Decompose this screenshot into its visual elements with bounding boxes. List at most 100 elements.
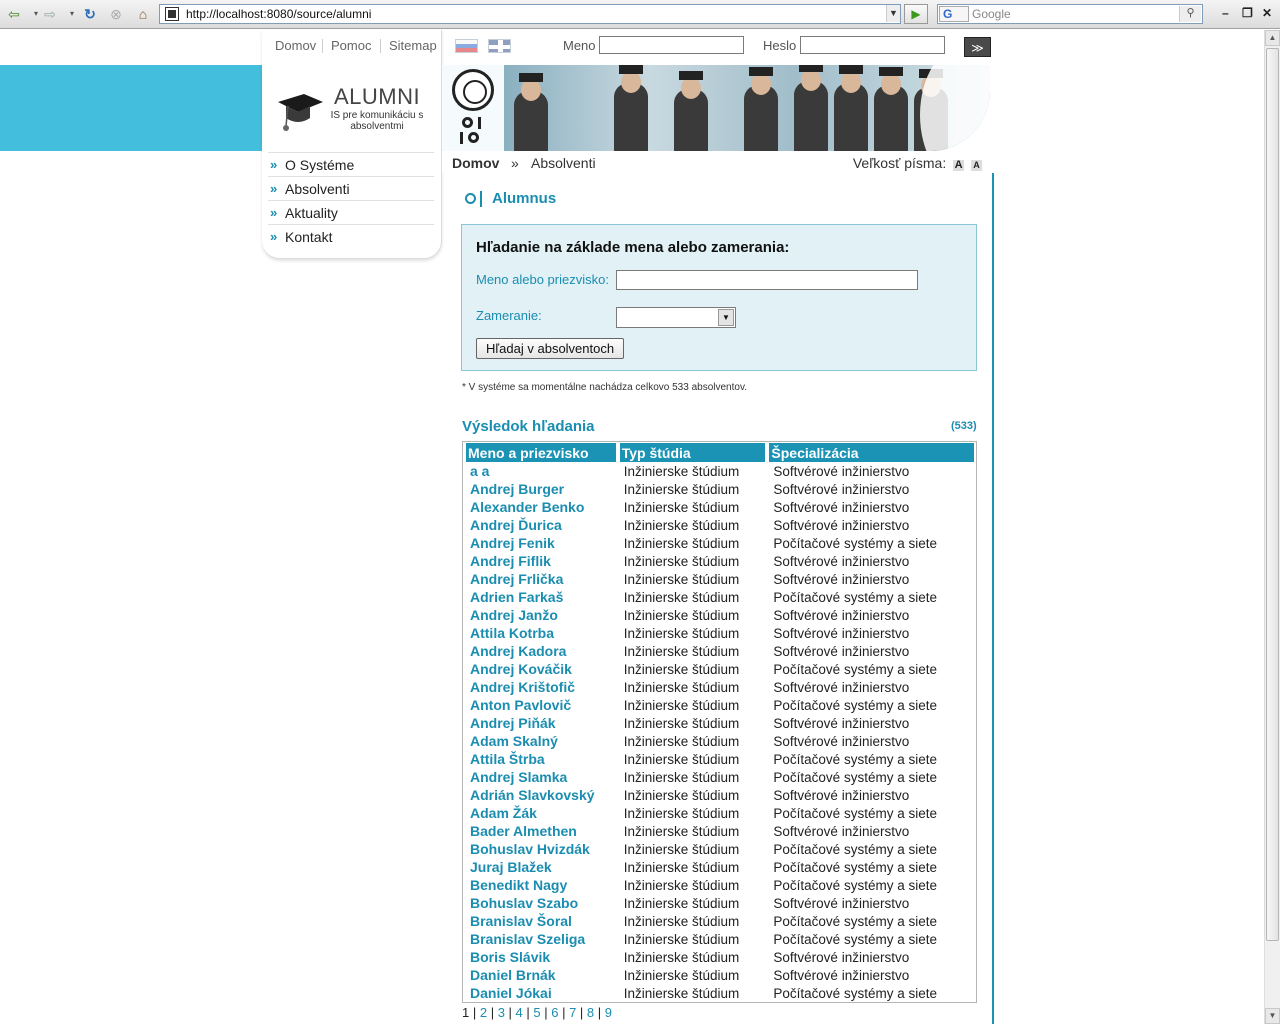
restore-icon[interactable]: ❐ — [1242, 6, 1253, 20]
alumnus-name-link[interactable]: Adam Žák — [466, 804, 618, 822]
search-form: Hľadanie na základe mena alebo zamerania… — [461, 224, 977, 371]
alumnus-name-link[interactable]: Andrej Fiflik — [466, 552, 618, 570]
alumnus-name-link[interactable]: Andrej Fenik — [466, 534, 618, 552]
alumnus-name-link[interactable]: Andrej Kadora — [466, 642, 618, 660]
pagination-page-link[interactable]: 9 — [605, 1005, 612, 1020]
slovak-flag-icon[interactable] — [455, 39, 478, 53]
forward-icon[interactable]: ⇨ — [40, 5, 60, 23]
pagination-page-link[interactable]: 3 — [498, 1005, 505, 1020]
column-header-specialization[interactable]: Špecializácia — [769, 443, 974, 462]
name-search-input[interactable] — [616, 270, 918, 290]
table-row: Branislav Šoral Inžinierske štúdium Počíta… — [466, 912, 974, 930]
alumnus-name-link[interactable]: Attila Kotrba — [466, 624, 618, 642]
reload-icon[interactable]: ↻ — [80, 5, 100, 23]
topnav-home[interactable]: Domov — [275, 38, 316, 53]
alumnus-name-link[interactable]: Attila Štrba — [466, 750, 618, 768]
alumnus-name-link[interactable]: Branislav Šoral — [466, 912, 618, 930]
alumnus-name-link[interactable]: Boris Slávik — [466, 948, 618, 966]
focus-select[interactable]: ▼ — [616, 307, 736, 328]
back-icon[interactable]: ⇦ — [4, 5, 24, 23]
study-type-cell: Inžinierske štúdium — [623, 571, 740, 587]
column-header-study-type[interactable]: Typ štúdia — [619, 443, 768, 462]
scroll-down-icon[interactable]: ▼ — [1265, 1008, 1280, 1024]
study-type-cell: Inžinierske štúdium — [623, 661, 740, 677]
login-submit-button[interactable]: ≫ — [964, 37, 991, 57]
pagination-page-link[interactable]: 2 — [480, 1005, 487, 1020]
specialization-cell: Softvérové inžinierstvo — [773, 679, 910, 695]
english-flag-icon[interactable] — [488, 39, 511, 53]
results-table: Meno a priezvisko Typ štúdia Špecializác… — [462, 441, 977, 1003]
search-icon[interactable]: ⚲ — [1179, 6, 1201, 22]
alumnus-name-link[interactable]: Bohuslav Szabo — [466, 894, 618, 912]
section-divider — [480, 191, 482, 207]
study-type-cell: Inžinierske štúdium — [623, 823, 740, 839]
menu-item-contact[interactable]: » Kontakt — [268, 224, 434, 248]
logo-title[interactable]: ALUMNI — [334, 84, 420, 110]
table-row: Attila Kotrba Inžinierske štúdium Softvéro… — [466, 624, 974, 642]
search-engine-icon[interactable]: G — [939, 6, 969, 22]
alumnus-name-link[interactable]: Daniel Brnák — [466, 966, 618, 984]
alumnus-name-link[interactable]: Andrej Burger — [466, 480, 618, 498]
go-button[interactable]: ▶ — [904, 4, 928, 24]
login-name-input[interactable] — [599, 36, 744, 54]
specialization-cell: Softvérové inžinierstvo — [773, 733, 910, 749]
alumnus-name-link[interactable]: Andrej Krištofič — [466, 678, 618, 696]
alumnus-name-link[interactable]: Benedikt Nagy — [466, 876, 618, 894]
menu-item-about[interactable]: » O Systéme — [268, 152, 434, 176]
specialization-cell: Softvérové inžinierstvo — [773, 607, 910, 623]
alumnus-name-link[interactable]: Bader Almethen — [466, 822, 618, 840]
address-bar[interactable]: http://localhost:8080/source/alumni — [159, 4, 901, 24]
alumnus-name-link[interactable]: Andrej Kováčik — [466, 660, 618, 678]
login-password-input[interactable] — [800, 36, 945, 54]
web-search-box[interactable]: G Google ⚲ — [937, 4, 1203, 24]
column-header-name[interactable]: Meno a priezvisko — [466, 443, 618, 462]
alumnus-name-link[interactable]: Andrej Piňák — [466, 714, 618, 732]
menu-item-news[interactable]: » Aktuality — [268, 200, 434, 224]
pagination-page-link[interactable]: 5 — [533, 1005, 540, 1020]
specialization-cell: Softvérové inžinierstvo — [773, 625, 910, 641]
table-row: Daniel Brnák Inžinierske štúdium Softvérov… — [466, 966, 974, 984]
forward-history-icon[interactable]: ▾ — [62, 5, 82, 23]
study-type-cell: Inžinierske štúdium — [623, 679, 740, 695]
alumnus-name-link[interactable]: Bohuslav Hvizdák — [466, 840, 618, 858]
alumnus-name-link[interactable]: Alexander Benko — [466, 498, 618, 516]
table-row: Juraj Blažek Inžinierske štúdium Počítačov… — [466, 858, 974, 876]
alumnus-name-link[interactable]: Andrej Janžo — [466, 606, 618, 624]
address-dropdown-icon[interactable]: ▼ — [886, 5, 900, 22]
minimize-icon[interactable]: – — [1222, 6, 1229, 20]
specialization-cell: Softvérové inžinierstvo — [773, 823, 910, 839]
scrollbar-thumb[interactable] — [1266, 48, 1279, 941]
scroll-up-icon[interactable]: ▲ — [1265, 30, 1280, 46]
specialization-cell: Softvérové inžinierstvo — [773, 481, 910, 497]
table-row: Adam Skalný Inžinierske štúdium Softvérové… — [466, 732, 974, 750]
photo-figure — [874, 67, 908, 151]
search-alumni-button[interactable]: Hľadaj v absolventoch — [476, 338, 625, 359]
browser-toolbar: ⇦ ▾ ⇨ ▾ ↻ ⊗ ⌂ http://localhost:8080/sour… — [0, 0, 1280, 29]
menu-item-alumni[interactable]: » Absolventi — [268, 176, 434, 200]
alumnus-name-link[interactable]: Adam Skalný — [466, 732, 618, 750]
table-row: Andrej Frlička Inžinierske štúdium Softvér… — [466, 570, 974, 588]
stop-icon[interactable]: ⊗ — [106, 5, 126, 23]
alumnus-name-link[interactable]: Daniel Jókai — [466, 984, 618, 1002]
home-icon[interactable]: ⌂ — [133, 5, 153, 23]
close-icon[interactable]: ✕ — [1262, 6, 1272, 20]
alumnus-name-link[interactable]: Anton Pavlovič — [466, 696, 618, 714]
specialization-cell: Počítačové systémy a siete — [773, 841, 937, 857]
chevron-down-icon[interactable]: ▼ — [718, 309, 734, 326]
topnav-help[interactable]: Pomoc — [331, 38, 371, 53]
alumnus-name-link[interactable]: Andrej Ďurica — [466, 516, 618, 534]
alumnus-name-link[interactable]: Adrián Slavkovský — [466, 786, 618, 804]
breadcrumb-current: Absolventi — [531, 155, 596, 171]
alumnus-name-link[interactable]: Branislav Szeliga — [466, 930, 618, 948]
breadcrumb-home[interactable]: Domov — [452, 155, 499, 171]
topnav-sitemap[interactable]: Sitemap — [389, 38, 437, 53]
pagination-page-link[interactable]: 4 — [516, 1005, 523, 1020]
alumnus-name-link[interactable]: Andrej Frlička — [466, 570, 618, 588]
font-size-small-button[interactable]: A — [971, 160, 982, 171]
alumnus-name-link[interactable]: Juraj Blažek — [466, 858, 618, 876]
vertical-scrollbar[interactable]: ▲ ▼ — [1264, 30, 1280, 1024]
alumnus-name-link[interactable]: a a — [466, 462, 618, 480]
alumnus-name-link[interactable]: Adrien Farkaš — [466, 588, 618, 606]
alumnus-name-link[interactable]: Andrej Slamka — [466, 768, 618, 786]
font-size-large-button[interactable]: A — [953, 160, 965, 171]
